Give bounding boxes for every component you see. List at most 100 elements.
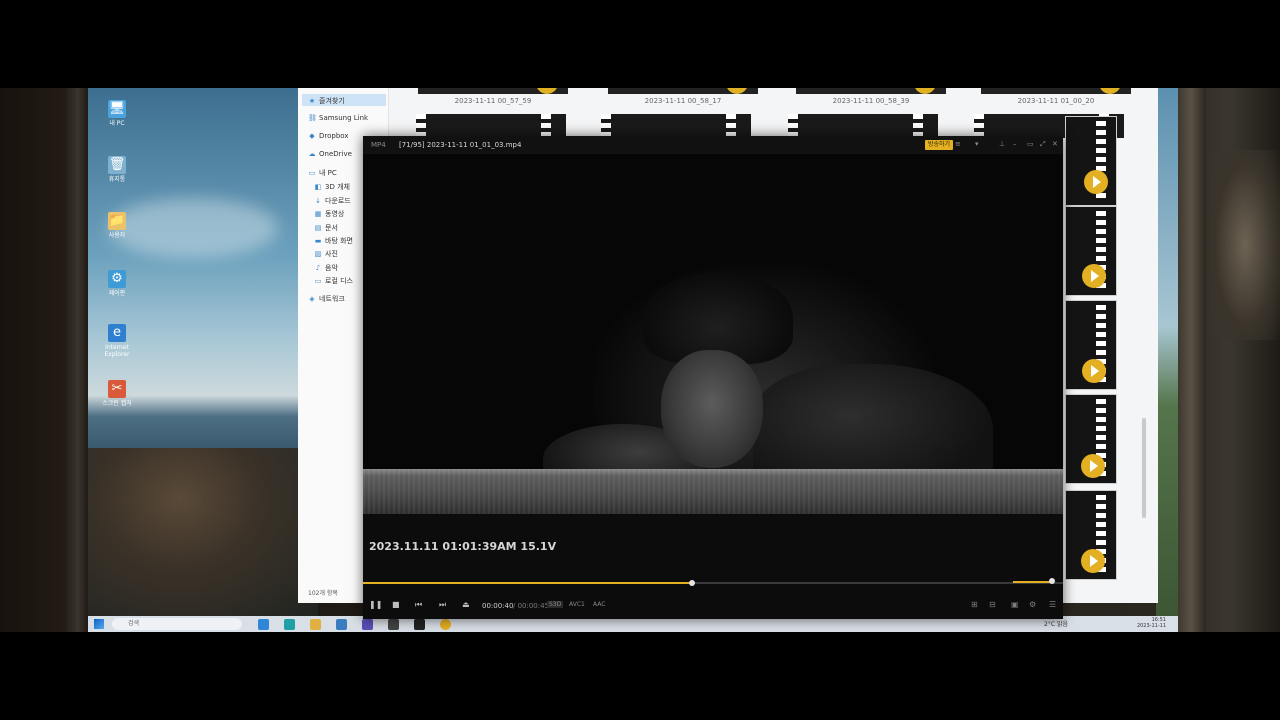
- nav-item[interactable]: ▭ 로컬 디스: [314, 276, 353, 286]
- windows-start-icon[interactable]: [94, 619, 104, 629]
- browser-icon[interactable]: [388, 619, 399, 630]
- seek-bar[interactable]: [363, 580, 1063, 586]
- broadcast-button[interactable]: 방송하기: [925, 140, 954, 150]
- desktop-icon-internet-explorer[interactable]: e Internet Explorer: [102, 324, 132, 358]
- seek-handle[interactable]: [689, 580, 695, 586]
- thumbnail-item[interactable]: 2023-11-11 00_58_17: [608, 88, 758, 112]
- nav-item[interactable]: ▬ 바탕 화면: [314, 236, 353, 246]
- play-icon[interactable]: [1082, 359, 1106, 383]
- codec-tag-audio[interactable]: AAC: [591, 601, 607, 608]
- file-explorer-icon[interactable]: [310, 619, 321, 630]
- taskbar-clock[interactable]: 16:51 2023-11-11: [1137, 617, 1166, 629]
- explorer-scrollbar[interactable]: [1142, 418, 1146, 518]
- total-time: / 00:00:45: [513, 602, 550, 610]
- video-player-taskbar-icon[interactable]: [440, 619, 451, 630]
- desktop-icon-label: 휴지통: [108, 176, 126, 183]
- player-titlebar[interactable]: MP4 [71/95] 2023-11-11 01_01_03.mp4 방송하기…: [363, 136, 1063, 154]
- edge-icon[interactable]: [284, 619, 295, 630]
- nav-item[interactable]: ▭ 내 PC: [308, 168, 337, 178]
- desktop-icon-screen-capture[interactable]: ✂ 스크린 캡처: [102, 380, 132, 407]
- play-icon[interactable]: [1084, 170, 1108, 194]
- play-icon[interactable]: [1082, 264, 1106, 288]
- gear-icon[interactable]: ⚙: [1029, 600, 1036, 609]
- desktop-icon-label: 내 PC: [109, 120, 125, 127]
- play-icon[interactable]: [1081, 549, 1105, 573]
- nav-item[interactable]: ◧ 3D 개체: [314, 182, 350, 192]
- disk-icon: ▭: [314, 277, 322, 285]
- codec-tag-video[interactable]: AVC1: [567, 601, 587, 608]
- nav-item[interactable]: ⛓ Samsung Link: [308, 114, 368, 122]
- desktop-icon-control-panel[interactable]: ⚙ 제어판: [102, 270, 132, 297]
- desktop-icon-recycle-bin[interactable]: 🗑 휴지통: [102, 156, 132, 183]
- playlist-icon[interactable]: ⊟: [989, 600, 996, 609]
- nav-item-label: 3D 개체: [325, 183, 350, 191]
- seek-progress: [363, 582, 692, 584]
- pause-icon[interactable]: ❚❚: [369, 600, 382, 609]
- letterbox-bottom: [0, 632, 1280, 720]
- nav-item[interactable]: ▨ 사진: [314, 249, 338, 259]
- current-time: 00:00:40: [482, 602, 514, 610]
- thumbnail-item[interactable]: 2023-11-11 00_57_59: [418, 88, 568, 112]
- monitor-bezel-right: [1176, 88, 1206, 632]
- nav-item[interactable]: ♪ 음악: [314, 263, 338, 273]
- film-sprocket: [416, 114, 426, 138]
- restore-icon[interactable]: ▭: [1027, 140, 1034, 148]
- task-view-icon[interactable]: [258, 619, 269, 630]
- dropbox-icon: ◆: [309, 132, 315, 140]
- film-sprocket: [974, 114, 984, 138]
- thumbnail-item[interactable]: [416, 114, 566, 138]
- nav-item[interactable]: ▤ 문서: [314, 223, 338, 233]
- menu-list-icon[interactable]: ☰: [1049, 600, 1056, 609]
- eject-icon[interactable]: ⏏: [462, 600, 470, 609]
- capture-icon[interactable]: ▣: [1011, 600, 1019, 609]
- desktop-icon-label: 사용자: [108, 232, 126, 239]
- nav-item[interactable]: ◆ Dropbox: [308, 132, 348, 140]
- taskbar-search[interactable]: 검색: [112, 618, 242, 630]
- fullscreen-icon[interactable]: ⤢: [1040, 140, 1046, 149]
- menu-icon[interactable]: ≡: [955, 140, 961, 148]
- film-sprocket: [726, 114, 736, 138]
- internet-explorer-icon: e: [108, 324, 126, 342]
- thumbnail-item[interactable]: 2023-11-11 01_00_20: [981, 88, 1131, 112]
- wallpaper-cloud: [108, 198, 278, 258]
- thumbnail-item[interactable]: 2023-11-11 00_58_39: [796, 88, 946, 112]
- nav-item-label: 동영상: [325, 210, 345, 218]
- nav-item[interactable]: ◈ 네트워크: [308, 294, 345, 304]
- mail-icon[interactable]: [336, 619, 347, 630]
- desktop-icon-label: 스크린 캡처: [102, 400, 132, 407]
- codec-tag-s3d[interactable]: S3D: [547, 601, 564, 608]
- nav-item-label: OneDrive: [319, 150, 352, 158]
- minimize-icon[interactable]: –: [1013, 140, 1017, 148]
- music-icon: ♪: [315, 264, 321, 272]
- volume-handle[interactable]: [1049, 578, 1055, 584]
- nav-item[interactable]: ☁ OneDrive: [308, 150, 352, 158]
- thumbnail-item[interactable]: [601, 114, 751, 138]
- terminal-icon[interactable]: [414, 619, 425, 630]
- stop-icon[interactable]: ■: [392, 600, 400, 609]
- nav-item[interactable]: ▦ 동영상: [314, 209, 345, 219]
- desktop-icon-user-folder[interactable]: 📁 사용자: [102, 212, 132, 239]
- explorer-status: 102개 항목: [308, 590, 338, 597]
- close-icon[interactable]: ✕: [1052, 140, 1058, 148]
- next-icon[interactable]: ⏭: [439, 600, 446, 610]
- nav-item-label: 네트워크: [319, 295, 345, 303]
- background-object: [1210, 150, 1280, 340]
- pin-icon[interactable]: ⊥: [999, 140, 1005, 148]
- thumbnail-item[interactable]: [788, 114, 938, 138]
- volume-bar[interactable]: [1013, 581, 1053, 583]
- nav-item-label: 즐겨찾기: [319, 97, 345, 105]
- subtitle-icon[interactable]: ⊞: [971, 600, 978, 609]
- video-timestamp-overlay: 2023.11.11 01:01:39AM 15.1V: [369, 540, 557, 553]
- desktop-icon-my-pc[interactable]: 🖥 내 PC: [102, 100, 132, 127]
- play-icon[interactable]: [1081, 454, 1105, 478]
- nav-item[interactable]: ★ 즐겨찾기: [308, 96, 345, 106]
- nav-item[interactable]: ↓ 다운로드: [314, 196, 351, 206]
- previous-icon[interactable]: ⏮: [415, 600, 422, 610]
- monitor-screen: 🖥 내 PC 🗑 휴지통 📁 사용자 ⚙ 제어판 e Internet Expl…: [88, 88, 1178, 632]
- video-frame[interactable]: [363, 154, 1063, 514]
- store-icon[interactable]: [362, 619, 373, 630]
- chevron-down-icon[interactable]: ▾: [975, 140, 979, 148]
- video-ledge-texture: [363, 469, 1063, 514]
- nav-item-label: Samsung Link: [319, 114, 369, 122]
- weather-tray[interactable]: 2°C 맑음: [1044, 619, 1068, 628]
